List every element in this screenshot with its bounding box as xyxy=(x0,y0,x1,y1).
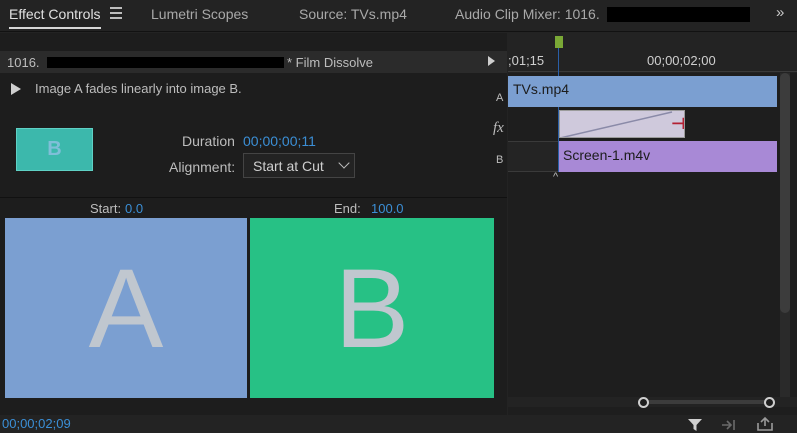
show-hide-timeline-icon[interactable] xyxy=(488,56,495,66)
active-tab-indicator xyxy=(9,27,101,29)
preview-b-letter: B xyxy=(334,246,410,371)
preview-image-b[interactable]: B xyxy=(250,218,494,398)
track-b-label: B xyxy=(496,154,504,166)
current-timecode[interactable]: 00;00;02;09 xyxy=(2,416,71,431)
transition-thumbnail: B xyxy=(16,128,93,171)
fx-track-label: fx xyxy=(493,120,504,136)
divider xyxy=(0,197,507,198)
clip-a-name: TVs.mp4 xyxy=(513,81,570,97)
zoom-handle-left[interactable] xyxy=(638,397,649,408)
effect-timeline: ;01;15 00;00;02;00 A fx B TVs.mp4 ⊣ Scre… xyxy=(493,33,797,415)
zoom-handle-right[interactable] xyxy=(764,397,775,408)
ruler-timecode: ;01;15 xyxy=(508,53,545,68)
start-value[interactable]: 0.0 xyxy=(125,201,143,216)
preview-a-letter: A xyxy=(88,246,164,371)
transition-ramp-icon xyxy=(560,111,673,137)
clip-b[interactable]: Screen-1.m4v xyxy=(559,141,777,172)
panel-menu-icon[interactable] xyxy=(110,7,122,19)
end-value[interactable]: 100.0 xyxy=(371,201,404,216)
duration-value[interactable]: 00;00;00;11 xyxy=(243,133,316,149)
tab-lumetri-scopes[interactable]: Lumetri Scopes xyxy=(151,6,248,22)
cut-marker-icon: ^ xyxy=(553,171,559,183)
transition-clip[interactable]: ⊣ xyxy=(559,110,685,138)
transition-end-icon[interactable]: ⊣ xyxy=(671,114,684,136)
clip-effect-name: * Film Dissolve xyxy=(287,55,373,70)
clip-header: 1016. * Film Dissolve xyxy=(0,51,507,73)
export-icon[interactable] xyxy=(755,416,775,432)
ruler-timecode: 00;00;02;00 xyxy=(647,53,716,68)
end-label: End: xyxy=(334,201,361,216)
playhead-handle[interactable] xyxy=(555,36,563,48)
ruler-baseline xyxy=(508,71,797,72)
thumbnail-letter: B xyxy=(47,138,62,160)
play-transition-icon[interactable] xyxy=(11,83,21,95)
track-a-label: A xyxy=(496,92,504,104)
alignment-label: Alignment: xyxy=(169,159,236,175)
tab-overflow-icon[interactable]: » xyxy=(776,4,784,21)
ripple-trim-icon[interactable] xyxy=(720,418,738,432)
chevron-down-icon xyxy=(338,157,350,169)
panel-tab-bar: Effect Controls Lumetri Scopes Source: T… xyxy=(0,0,797,32)
start-label: Start: xyxy=(90,201,122,216)
horizontal-scroll-thumb[interactable] xyxy=(641,400,771,404)
clip-a[interactable]: TVs.mp4 xyxy=(508,76,777,107)
duration-label: Duration xyxy=(182,133,235,149)
effect-description: Image A fades linearly into image B. xyxy=(35,81,242,96)
clip-b-name: Screen-1.m4v xyxy=(563,147,651,163)
tab-effect-controls[interactable]: Effect Controls xyxy=(9,6,101,22)
filter-icon[interactable] xyxy=(687,418,703,432)
alignment-selected-value: Start at Cut xyxy=(253,158,324,174)
redacted-region xyxy=(607,7,750,22)
time-ruler[interactable]: ;01;15 00;00;02;00 xyxy=(508,33,797,73)
preview-image-a[interactable]: A xyxy=(5,218,247,398)
alignment-dropdown[interactable]: Start at Cut xyxy=(243,153,355,178)
vertical-scroll-thumb[interactable] xyxy=(780,73,790,313)
clip-name-prefix: 1016. xyxy=(7,55,40,70)
redacted-region xyxy=(47,57,284,68)
tab-source[interactable]: Source: TVs.mp4 xyxy=(299,6,407,22)
track-b-empty xyxy=(508,141,558,172)
effect-controls-panel: 1016. * Film Dissolve Image A fades line… xyxy=(0,33,507,415)
tab-audio-clip-mixer[interactable]: Audio Clip Mixer: 1016. xyxy=(455,6,600,22)
